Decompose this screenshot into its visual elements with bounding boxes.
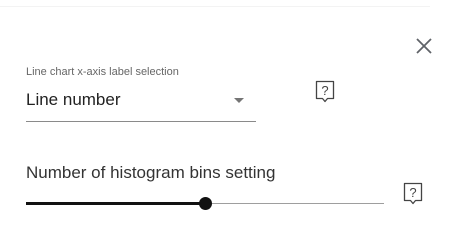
svg-text:?: ? [321, 83, 328, 98]
histogram-bins-slider[interactable] [26, 196, 384, 212]
chevron-down-icon[interactable] [234, 98, 244, 103]
close-icon[interactable] [414, 36, 434, 56]
help-icon[interactable]: ? [402, 182, 424, 206]
select-value: Line number [26, 90, 121, 109]
svg-text:?: ? [409, 185, 416, 200]
dialog-top-edge [0, 0, 430, 7]
settings-dialog: Line chart x-axis label selection Line n… [0, 0, 456, 245]
slider-fill [26, 202, 205, 205]
line-chart-x-axis-select[interactable]: Line number [26, 86, 256, 122]
histogram-bins-label: Number of histogram bins setting [26, 163, 276, 182]
slider-thumb[interactable] [199, 197, 212, 210]
help-icon[interactable]: ? [314, 80, 336, 104]
line-chart-x-axis-caption: Line chart x-axis label selection [26, 66, 179, 78]
